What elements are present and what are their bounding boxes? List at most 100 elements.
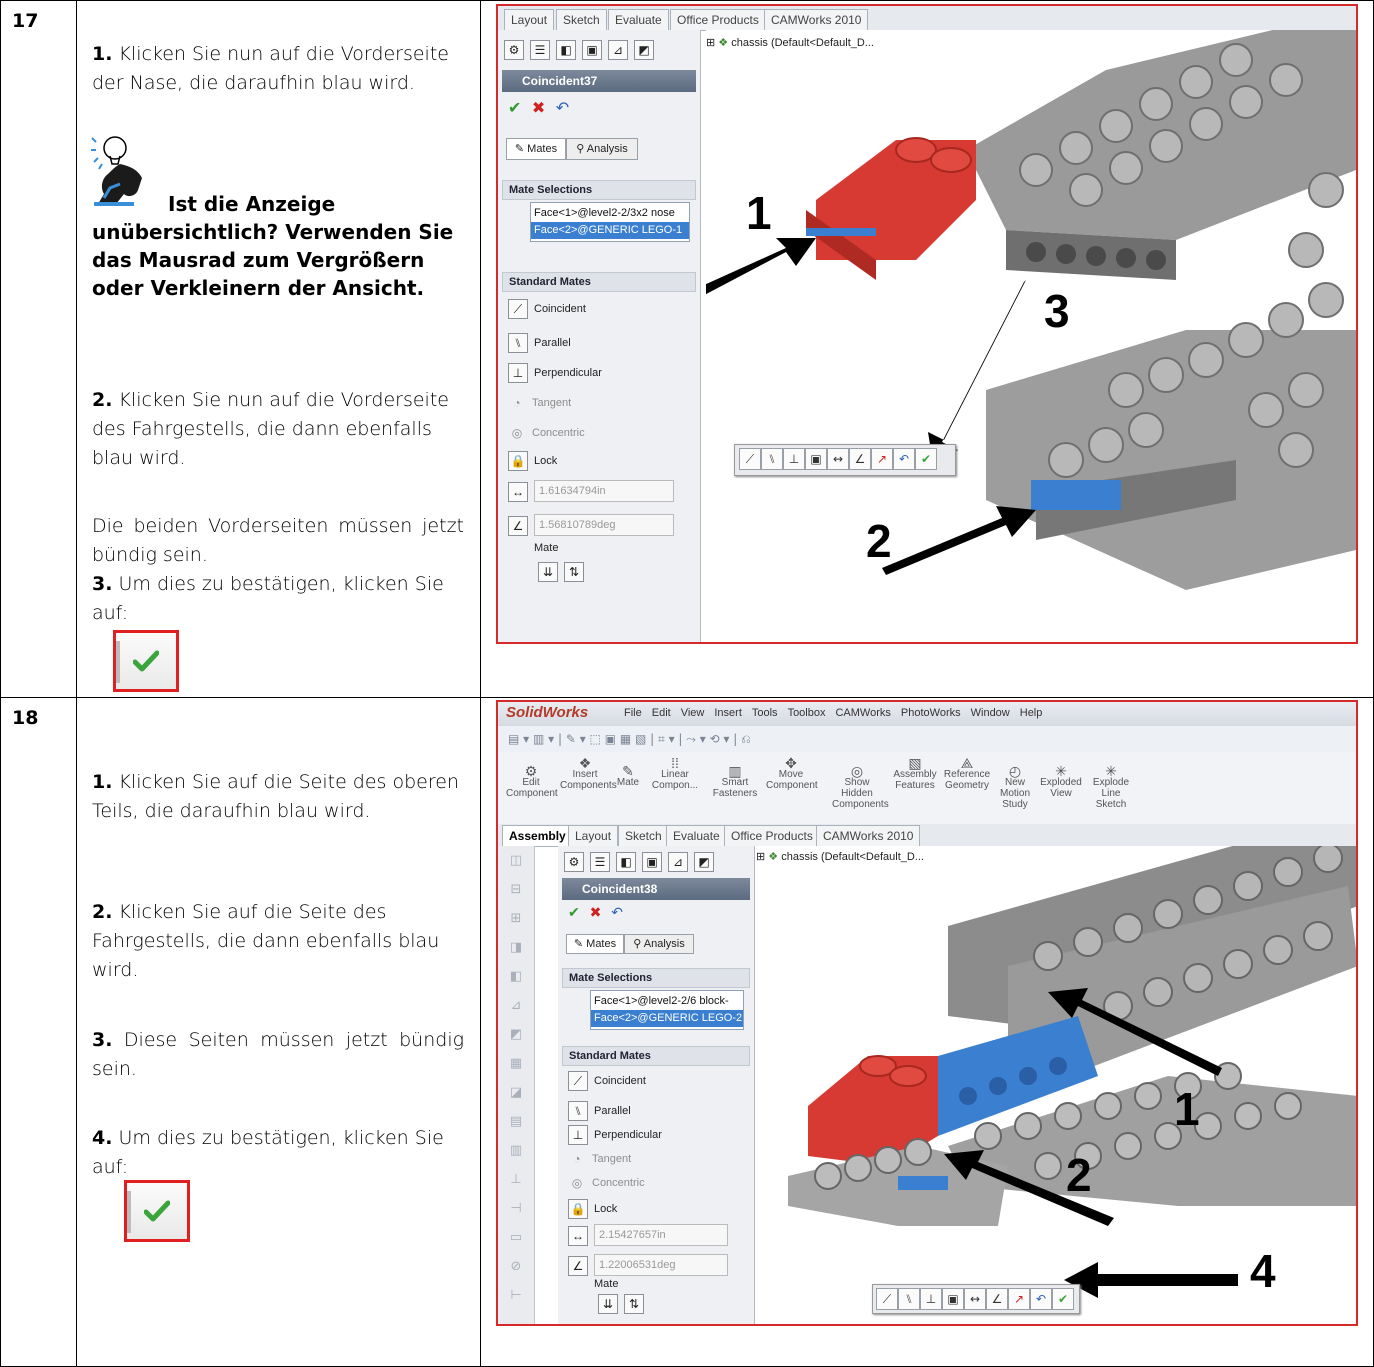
selection-face-1[interactable]: Face<1>@level2-2/3x2 nose xyxy=(531,205,689,222)
tab-layout[interactable]: Layout xyxy=(504,9,555,31)
mate-perpendicular[interactable]: ⊥ Perpendicular xyxy=(508,362,602,384)
ribbon-edit-component[interactable]: ⚙ Edit Component xyxy=(506,764,558,799)
feature-manager-icon[interactable]: ⚙ xyxy=(504,40,524,60)
flip-icon[interactable]: ↗ xyxy=(871,448,893,470)
anti-aligned-icon[interactable]: ⇅ xyxy=(624,1294,644,1314)
menu-toolbox[interactable]: Toolbox xyxy=(788,707,826,719)
property-manager-icon[interactable]: ☰ xyxy=(530,40,550,60)
angle-field[interactable]: 1.56810789deg xyxy=(534,514,674,536)
mate-concentric[interactable]: ◎ Concentric xyxy=(568,1172,645,1194)
ribbon-new-motion-study[interactable]: ◴ New Motion Study xyxy=(994,764,1036,810)
menu-camworks[interactable]: CAMWorks xyxy=(835,707,890,719)
mate-selections-header[interactable]: Mate Selections xyxy=(562,968,750,988)
tab-mates[interactable]: ✎ Mates xyxy=(566,934,624,954)
perpendicular-icon[interactable]: ⊥ xyxy=(920,1288,942,1310)
ribbon-move-component[interactable]: ✥ Move Component xyxy=(766,756,818,791)
parallel-icon[interactable]: ⑊ xyxy=(898,1288,920,1310)
mate-coincident[interactable]: ⟋ Coincident xyxy=(508,298,586,320)
tab-mates[interactable]: ✎ Mates xyxy=(506,138,566,160)
tab-layout[interactable]: Layout xyxy=(568,825,619,847)
ribbon-linear-pattern[interactable]: ⁞⁞ Linear Compon... xyxy=(650,756,700,791)
mate-tangent[interactable]: ◔ Tangent xyxy=(568,1148,631,1170)
parallel-icon[interactable]: ⑊ xyxy=(761,448,783,470)
ribbon-mate[interactable]: ✎ Mate xyxy=(610,764,646,788)
camworks-icon[interactable]: ▣ xyxy=(582,40,602,60)
feature-tree-root[interactable]: ⊞ ❖ chassis (Default<Default_D... xyxy=(706,36,874,49)
menu-view[interactable]: View xyxy=(681,707,705,719)
coincident-icon[interactable]: ⟋ xyxy=(739,448,761,470)
undo-icon[interactable]: ↶ xyxy=(611,904,623,920)
mate-tangent[interactable]: ◔ Tangent xyxy=(508,392,571,414)
mate-parallel[interactable]: ⑊ Parallel xyxy=(508,332,571,354)
angle-field[interactable]: 1.22006531deg xyxy=(594,1254,728,1276)
display-icon[interactable]: ◩ xyxy=(634,40,654,60)
checkmark-icon[interactable]: ✔ xyxy=(1052,1288,1074,1310)
menu-tools[interactable]: Tools xyxy=(752,707,778,719)
menu-file[interactable]: File xyxy=(624,707,642,719)
tab-office-products[interactable]: Office Products xyxy=(724,825,820,847)
menu-edit[interactable]: Edit xyxy=(652,707,671,719)
standard-mates-header[interactable]: Standard Mates xyxy=(502,272,696,292)
ribbon-explode-line-sketch[interactable]: ✳ Explode Line Sketch xyxy=(1088,764,1134,810)
anti-aligned-icon[interactable]: ⇅ xyxy=(564,562,584,582)
confirm-checkmark-button[interactable] xyxy=(124,1180,190,1242)
dimxpert-icon[interactable]: ⊿ xyxy=(668,852,688,872)
mate-selections-list[interactable]: Face<1>@level2-2/6 block- Face<2>@GENERI… xyxy=(590,990,744,1030)
flip-icon[interactable]: ↗ xyxy=(1008,1288,1030,1310)
checkmark-icon[interactable]: ✔ xyxy=(915,448,937,470)
tab-sketch[interactable]: Sketch xyxy=(556,9,607,31)
tab-office-products[interactable]: Office Products xyxy=(670,9,766,31)
distance-icon[interactable]: ↔ xyxy=(827,448,849,470)
configuration-icon[interactable]: ◧ xyxy=(556,40,576,60)
mate-lock[interactable]: 🔒 Lock xyxy=(508,450,557,472)
tab-camworks[interactable]: CAMWorks 2010 xyxy=(764,9,869,31)
ok-icon[interactable]: ✔ xyxy=(568,904,580,920)
ok-icon[interactable]: ✔ xyxy=(508,100,521,117)
standard-mates-header[interactable]: Standard Mates xyxy=(562,1046,750,1066)
undo-icon[interactable]: ↶ xyxy=(556,100,569,117)
tab-camworks[interactable]: CAMWorks 2010 xyxy=(816,825,921,847)
menu-photoworks[interactable]: PhotoWorks xyxy=(901,707,961,719)
angle-icon[interactable]: ∠ xyxy=(849,448,871,470)
aligned-icon[interactable]: ⇊ xyxy=(598,1294,618,1314)
camworks-icon[interactable]: ▣ xyxy=(642,852,662,872)
display-icon[interactable]: ◩ xyxy=(694,852,714,872)
tab-evaluate[interactable]: Evaluate xyxy=(608,9,669,31)
cancel-icon[interactable]: ✖ xyxy=(532,100,545,117)
mate-coincident[interactable]: ⟋ Coincident xyxy=(568,1070,646,1092)
3d-viewport[interactable] xyxy=(706,30,1356,642)
mate-selections-header[interactable]: Mate Selections xyxy=(502,180,696,200)
confirm-checkmark-button[interactable] xyxy=(113,630,179,692)
ribbon-smart-fasteners[interactable]: ▥ Smart Fasteners xyxy=(710,764,760,799)
mate-concentric[interactable]: ◎ Concentric xyxy=(508,422,585,444)
angle-icon[interactable]: ∠ xyxy=(986,1288,1008,1310)
distance-field[interactable]: 2.15427657in xyxy=(594,1224,728,1246)
menu-window[interactable]: Window xyxy=(971,707,1010,719)
tab-analysis[interactable]: ⚲ Analysis xyxy=(566,138,638,160)
mate-selections-list[interactable]: Face<1>@level2-2/3x2 nose Face<2>@GENERI… xyxy=(530,202,690,242)
menu-help[interactable]: Help xyxy=(1020,707,1043,719)
feature-tree-root[interactable]: ⊞ ❖ chassis (Default<Default_D... xyxy=(756,850,924,863)
selection-face-1[interactable]: Face<1>@level2-2/6 block- xyxy=(591,993,743,1010)
ribbon-show-hidden[interactable]: ◎ Show Hidden Components xyxy=(832,764,889,810)
coincident-icon[interactable]: ⟋ xyxy=(876,1288,898,1310)
ribbon-assembly-features[interactable]: ▧ Assembly Features xyxy=(890,756,940,791)
lock-icon[interactable]: ▣ xyxy=(942,1288,964,1310)
configuration-icon[interactable]: ◧ xyxy=(616,852,636,872)
mate-perpendicular[interactable]: ⊥ Perpendicular xyxy=(568,1124,662,1146)
ribbon-reference-geometry[interactable]: ⟁ Reference Geometry xyxy=(942,756,992,791)
mate-lock[interactable]: 🔒 Lock xyxy=(568,1198,617,1220)
feature-manager-icon[interactable]: ⚙ xyxy=(564,852,584,872)
tab-assembly[interactable]: Assembly xyxy=(502,825,573,847)
selection-face-2[interactable]: Face<2>@GENERIC LEGO-2 xyxy=(591,1010,743,1027)
ribbon-exploded-view[interactable]: ✳ Exploded View xyxy=(1038,764,1084,799)
perpendicular-icon[interactable]: ⊥ xyxy=(783,448,805,470)
tab-analysis[interactable]: ⚲ Analysis xyxy=(624,934,694,954)
mate-parallel[interactable]: ⑊ Parallel xyxy=(568,1100,631,1122)
tab-evaluate[interactable]: Evaluate xyxy=(666,825,727,847)
dimxpert-icon[interactable]: ⊿ xyxy=(608,40,628,60)
lock-icon[interactable]: ▣ xyxy=(805,448,827,470)
menu-insert[interactable]: Insert xyxy=(714,707,742,719)
selection-face-2[interactable]: Face<2>@GENERIC LEGO-1 xyxy=(531,222,689,239)
distance-field[interactable]: 1.61634794in xyxy=(534,480,674,502)
